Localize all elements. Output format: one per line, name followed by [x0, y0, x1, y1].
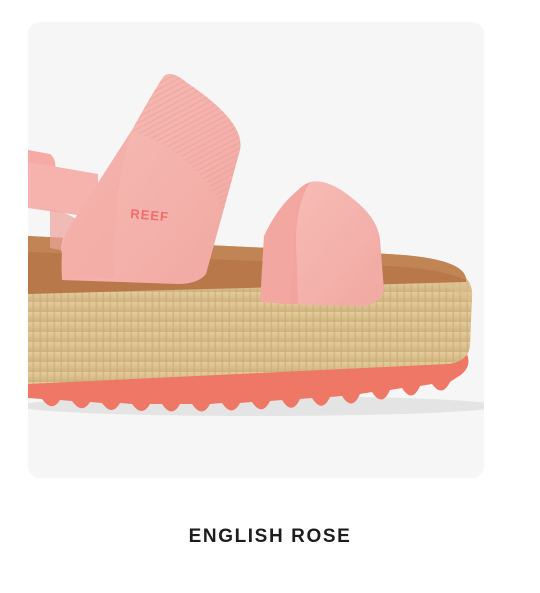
sandal-product-image: REEF [28, 74, 484, 416]
color-name-label[interactable]: ENGLISH ROSE [0, 526, 540, 548]
product-image-card[interactable]: REEF [28, 22, 484, 478]
